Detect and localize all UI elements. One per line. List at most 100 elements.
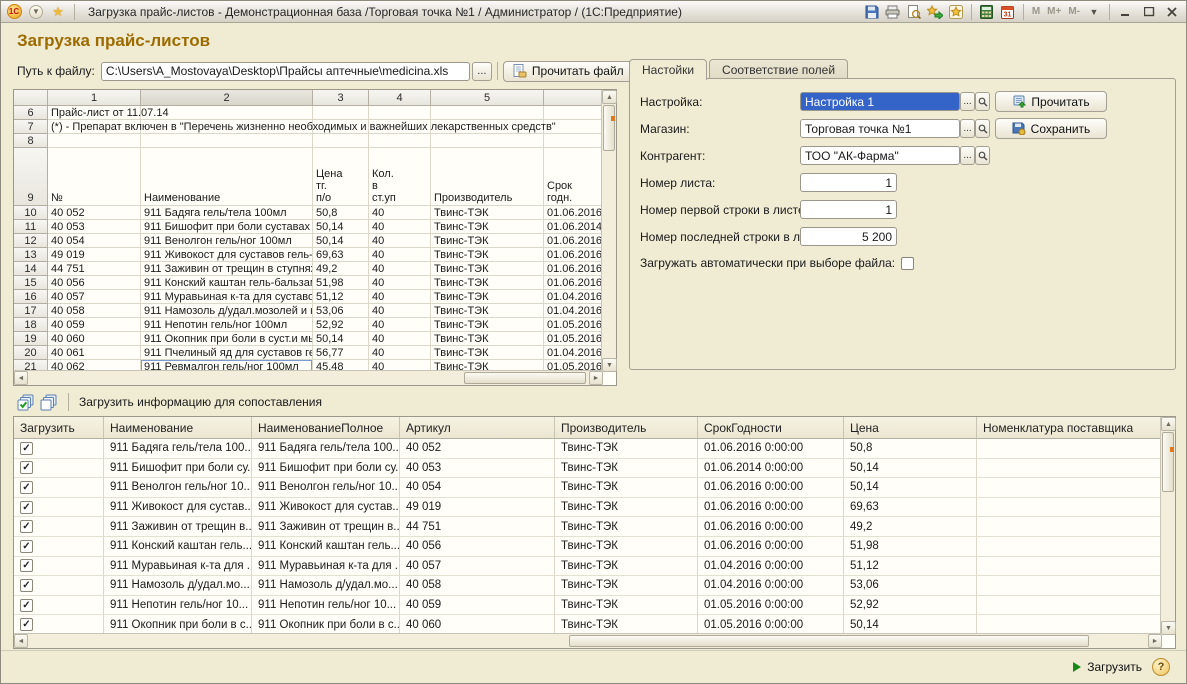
sheet-cell[interactable]: 40	[369, 346, 431, 360]
sheet-row-number[interactable]: 9	[14, 148, 48, 206]
compare-cell[interactable]	[977, 615, 1161, 634]
contractor-lookup-button[interactable]	[975, 146, 990, 165]
sheet-cell[interactable]: 01.06.2016	[544, 234, 602, 248]
compare-cell[interactable]: 911 Конский каштан гель...	[104, 537, 252, 557]
compare-cell[interactable]: 911 Заживин от трещин в...	[252, 517, 400, 537]
sheet-cell[interactable]: 56,77	[313, 346, 369, 360]
table-row[interactable]: 911 Бадяга гель/тела 100...911 Бадяга ге…	[14, 439, 1161, 459]
compare-cell[interactable]: 50,14	[844, 615, 977, 634]
sheet-horizontal-scrollbar[interactable]: ◄ ►	[14, 370, 603, 385]
tab-field-mapping[interactable]: Соответствие полей	[709, 59, 848, 79]
compare-cell[interactable]	[977, 439, 1161, 459]
compare-cell[interactable]: 01.06.2016 0:00:00	[698, 439, 844, 459]
compare-cell[interactable]	[977, 459, 1161, 479]
sheet-cell[interactable]: Твинс-ТЭК	[431, 248, 544, 262]
sheet-cell[interactable]: 911 Заживин от трещин в ступнях г	[141, 262, 313, 276]
compare-cell[interactable]: 911 Заживин от трещин в...	[104, 517, 252, 537]
table-row[interactable]: 911 Непотин гель/ног 10...911 Непотин ге…	[14, 596, 1161, 616]
sheet-cell[interactable]: 01.06.2016	[544, 248, 602, 262]
sheet-cell[interactable]: 40 056	[48, 276, 141, 290]
sheet-cell[interactable]	[48, 134, 141, 148]
sheet-number-input[interactable]: 1	[800, 173, 897, 192]
compare-cell[interactable]	[977, 537, 1161, 557]
sheet-cell[interactable]: Твинс-ТЭК	[431, 206, 544, 220]
scroll-down-arrow[interactable]: ▼	[1161, 621, 1176, 635]
compare-cell-load[interactable]	[14, 596, 104, 616]
sheet-cell[interactable]: Твинс-ТЭК	[431, 346, 544, 360]
compare-cell[interactable]: 40 052	[400, 439, 555, 459]
add-favorite-icon[interactable]	[926, 3, 944, 21]
scroll-thumb[interactable]	[464, 372, 586, 384]
sheet-cell[interactable]: 01.04.2016	[544, 346, 602, 360]
compare-column-header[interactable]: СрокГодности	[698, 417, 844, 439]
compare-cell[interactable]: 911 Окопник при боли в с...	[252, 615, 400, 634]
compare-cell-load[interactable]	[14, 517, 104, 537]
compare-cell[interactable]: 01.05.2016 0:00:00	[698, 596, 844, 616]
sheet-row-number[interactable]: 7	[14, 120, 48, 134]
compare-cell[interactable]: 911 Венолгон гель/ног 10...	[104, 478, 252, 498]
compare-cell[interactable]: 01.06.2016 0:00:00	[698, 517, 844, 537]
sheet-cell[interactable]: 40	[369, 332, 431, 346]
row-checkbox[interactable]	[20, 540, 33, 553]
uncheck-all-icon[interactable]	[40, 394, 58, 411]
compare-cell[interactable]: 50,14	[844, 478, 977, 498]
compare-cell-load[interactable]	[14, 537, 104, 557]
memory-minus-button[interactable]: M-	[1066, 6, 1082, 17]
sheet-column-header[interactable]: 3	[313, 90, 369, 106]
sheet-cell[interactable]: 911 Намозоль д/удал.мозолей и нат	[141, 304, 313, 318]
table-row[interactable]: 911 Конский каштан гель...911 Конский ка…	[14, 537, 1161, 557]
sheet-cell[interactable]: 911 Непотин гель/ног 100мл	[141, 318, 313, 332]
toolbar-overflow-chevron-icon[interactable]: ▼	[1085, 3, 1103, 21]
first-row-input[interactable]: 1	[800, 200, 897, 219]
store-browse-button[interactable]: ...	[960, 119, 975, 138]
compare-column-header[interactable]: Цена	[844, 417, 977, 439]
tab-settings[interactable]: Настойки	[629, 59, 707, 80]
sheet-cell[interactable]: Твинс-ТЭК	[431, 290, 544, 304]
store-lookup-button[interactable]	[975, 119, 990, 138]
sheet-cell[interactable]: 911 Бадяга гель/тела 100мл	[141, 206, 313, 220]
sheet-cell[interactable]: 50,8	[313, 206, 369, 220]
table-row[interactable]: 911 Муравьиная к-та для ...911 Муравьина…	[14, 557, 1161, 577]
sheet-cell[interactable]: 01.05.2016	[544, 332, 602, 346]
compare-cell[interactable]: 911 Муравьиная к-та для ...	[252, 557, 400, 577]
setting-input[interactable]: Настройка 1	[800, 92, 960, 111]
compare-cell[interactable]: 911 Венолгон гель/ног 10...	[252, 478, 400, 498]
row-checkbox[interactable]	[20, 481, 33, 494]
compare-cell[interactable]: Твинс-ТЭК	[555, 439, 698, 459]
sheet-cell[interactable]: 40 057	[48, 290, 141, 304]
sheet-cell[interactable]: 01.06.2016	[544, 206, 602, 220]
browse-file-button[interactable]: ...	[472, 62, 492, 81]
sheet-cell[interactable]: 40	[369, 206, 431, 220]
maximize-button[interactable]	[1139, 4, 1159, 20]
compare-cell[interactable]: 911 Окопник при боли в с...	[104, 615, 252, 634]
compare-column-header[interactable]: Производитель	[555, 417, 698, 439]
sheet-cell[interactable]: 40 053	[48, 220, 141, 234]
sheet-cell[interactable]	[544, 134, 602, 148]
compare-column-header[interactable]: Наименование	[104, 417, 252, 439]
compare-column-header[interactable]: Загрузить	[14, 417, 104, 439]
compare-cell[interactable]: 51,12	[844, 557, 977, 577]
sheet-cell[interactable]: 911 Венолгон гель/ног 100мл	[141, 234, 313, 248]
sheet-cell[interactable]: 51,98	[313, 276, 369, 290]
sheet-cell[interactable]: 53,06	[313, 304, 369, 318]
sheet-cell[interactable]: 911 Окопник при боли в суст.и мыш	[141, 332, 313, 346]
print-icon[interactable]	[884, 3, 902, 21]
scroll-thumb[interactable]	[569, 635, 1089, 647]
sheet-cell[interactable]: 40	[369, 318, 431, 332]
compare-cell[interactable]: Твинс-ТЭК	[555, 576, 698, 596]
sheet-cell[interactable]: 911 Муравьиная к-та для суставов	[141, 290, 313, 304]
sheet-cell[interactable]	[431, 120, 544, 134]
calculator-icon[interactable]	[978, 3, 996, 21]
sheet-row-number[interactable]: 8	[14, 134, 48, 148]
app-logo-icon[interactable]: 1С	[5, 3, 23, 21]
compare-cell[interactable]: Твинс-ТЭК	[555, 478, 698, 498]
sheet-cell[interactable]: 44 751	[48, 262, 141, 276]
sheet-cell[interactable]: 911 Живокост для суставов гель-б	[141, 248, 313, 262]
favorites-star-icon[interactable]: ★	[49, 3, 67, 21]
sheet-cell[interactable]: Твинс-ТЭК	[431, 234, 544, 248]
sheet-header-cell[interactable]: Срок годн.	[544, 148, 602, 206]
compare-cell[interactable]: 01.06.2016 0:00:00	[698, 498, 844, 518]
sheet-cell[interactable]: 40 060	[48, 332, 141, 346]
save-settings-button[interactable]: Сохранить	[995, 118, 1107, 139]
compare-cell[interactable]: 911 Бишофит при боли су...	[252, 459, 400, 479]
